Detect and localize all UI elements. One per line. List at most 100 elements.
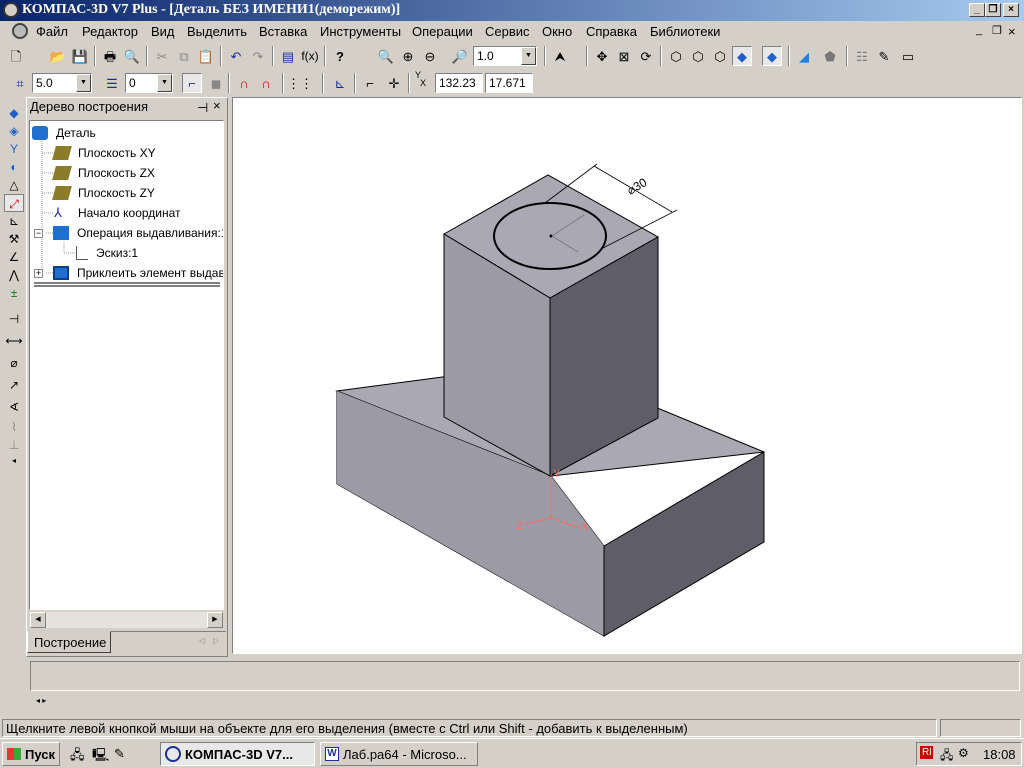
angle-icon[interactable]: ∠ (4, 248, 24, 266)
quicklaunch-desktop-icon[interactable]: 🖧 (70, 746, 85, 768)
property-scroll-arrows[interactable]: ◂ ▸ (36, 696, 46, 705)
tree-node-extrusion[interactable]: − Операция выдавливания:1 (34, 224, 223, 242)
fit-icon[interactable]: ⊠ (614, 46, 634, 66)
zoom-combo[interactable]: 1.0 ▼ (473, 46, 537, 66)
doc-restore-button[interactable]: ❐ (992, 24, 1002, 37)
surfaces-icon[interactable]: Y (4, 140, 24, 158)
tray-network-icon[interactable]: 🖧 (940, 746, 953, 767)
angle-dim-icon[interactable]: ∢ (4, 398, 24, 416)
chevron-down-icon[interactable]: ▼ (157, 74, 172, 92)
zoom-scale-icon[interactable]: 🔎 (450, 46, 470, 66)
tree-node-plane-zx[interactable]: Плоскость ZX (52, 164, 155, 182)
model-viewport[interactable]: ⌀30 Y X Z (232, 97, 1022, 654)
scroll-arrow-icon[interactable]: ◂ (4, 452, 24, 470)
tab-prev-icon[interactable]: ◁ (199, 636, 205, 645)
copy-icon[interactable]: ⧉ (174, 46, 194, 66)
scroll-right-button[interactable]: ▶ (207, 612, 223, 628)
hidden-lines-icon[interactable]: ⬡ (688, 46, 708, 66)
tree-node-origin[interactable]: ⅄ Начало координат (54, 204, 181, 222)
cursor-icon[interactable]: ✛ (384, 73, 404, 93)
title-bar[interactable]: КОМПАС-3D V7 Plus - [Деталь БЕЗ ИМЕНИ1(д… (0, 0, 1024, 21)
measure-icon[interactable]: ⊾ (4, 212, 24, 230)
shaded-icon[interactable]: ◆ (732, 46, 752, 66)
panel-close-icon[interactable]: × (213, 98, 221, 113)
hammer-icon[interactable]: ⚒ (4, 230, 24, 248)
tree-node-boss[interactable]: + Приклеить элемент выдавл (34, 264, 223, 282)
close-button[interactable]: × (1003, 3, 1019, 17)
menu-file[interactable]: Файл (36, 24, 68, 39)
step-icon[interactable]: ⌗ (10, 73, 30, 93)
zoom-in-icon[interactable]: 🔍 (376, 46, 396, 66)
quicklaunch-explorer-icon[interactable]: 🖳 (92, 746, 109, 768)
arrays-icon[interactable]: ◐ (4, 158, 24, 176)
panel-icon[interactable]: ▭ (898, 46, 918, 66)
minimize-button[interactable]: _ (969, 3, 985, 17)
preview-icon[interactable]: 🔍 (122, 46, 142, 66)
undo-icon[interactable]: ↶ (226, 46, 246, 66)
auxiliary-geometry-icon[interactable]: ◈ (4, 122, 24, 140)
properties-icon[interactable]: ☷ (852, 46, 872, 66)
maximize-button[interactable]: ❐ (985, 3, 1001, 17)
tray-volume-icon[interactable]: ⚙ (958, 746, 969, 760)
doc-minimize-button[interactable]: _ (976, 24, 982, 36)
layers-icon[interactable]: ☰ (102, 73, 122, 93)
rotate-icon[interactable]: ⟳ (636, 46, 656, 66)
chevron-down-icon[interactable]: ▼ (76, 74, 91, 92)
doc-close-button[interactable]: × (1008, 24, 1016, 39)
menu-help[interactable]: Справка (586, 24, 637, 39)
orientation-icon[interactable]: ⮝ (550, 46, 570, 66)
snap-magnet-icon[interactable]: ∩ (234, 73, 254, 93)
app-icon[interactable] (3, 2, 19, 18)
solid-icon[interactable]: ◼ (206, 73, 226, 93)
zoom-in-plus-icon[interactable]: ⊕ (398, 46, 418, 66)
doc-icon[interactable] (12, 23, 28, 39)
line-dim-icon[interactable]: ⊣ (4, 310, 24, 328)
fx-tool-icon[interactable]: ± (4, 284, 24, 302)
menu-window[interactable]: Окно (542, 24, 572, 39)
pan-icon[interactable]: ✥ (592, 46, 612, 66)
step-combo[interactable]: 5.0 ▼ (32, 73, 92, 93)
tree-node-part[interactable]: Деталь (32, 124, 96, 142)
tree-scrollbar[interactable]: ◀ ▶ (30, 612, 223, 628)
redo-icon[interactable]: ↷ (248, 46, 268, 66)
tree-node-plane-xy[interactable]: Плоскость XY (52, 144, 156, 162)
open-icon[interactable]: 📂 (48, 46, 68, 66)
scroll-left-button[interactable]: ◀ (30, 612, 46, 628)
new-icon[interactable]: 🗋 (6, 46, 26, 66)
ortho-icon[interactable]: ⌐ (360, 73, 380, 93)
model-drawing[interactable]: ⌀30 Y X Z (233, 98, 1021, 653)
diagnostics-icon[interactable]: △ (4, 176, 24, 194)
zoom-out-icon[interactable]: ⊖ (420, 46, 440, 66)
language-indicator[interactable]: Rl (920, 746, 934, 759)
coord-x-field[interactable]: 132.23 (435, 73, 483, 93)
print-icon[interactable]: 🖶 (100, 46, 120, 66)
tree-node-plane-zy[interactable]: Плоскость ZY (52, 184, 155, 202)
editing-icon[interactable]: ◆ (4, 104, 24, 122)
sketch-icon[interactable]: ⤢ (4, 194, 24, 212)
tab-next-icon[interactable]: ▷ (213, 636, 219, 645)
task-kompas[interactable]: КОМПАС-3D V7... (160, 742, 315, 766)
axes-icon[interactable]: ⋀ (4, 266, 24, 284)
parts-icon[interactable]: ⬟ (820, 46, 840, 66)
menu-operations[interactable]: Операции (412, 24, 473, 39)
perspective-icon[interactable]: ◢ (794, 46, 814, 66)
menu-libraries[interactable]: Библиотеки (650, 24, 720, 39)
cut-icon[interactable]: ✂ (152, 46, 172, 66)
sketch-mode-icon[interactable]: ⌐ (182, 73, 202, 93)
breakline-icon[interactable]: ⌇ (4, 418, 24, 436)
dimension-icon[interactable]: ⟷ (4, 332, 24, 350)
tools-icon[interactable]: ✎ (874, 46, 894, 66)
variables-icon[interactable]: f(x) (300, 46, 320, 66)
menu-tools[interactable]: Инструменты (320, 24, 401, 39)
shaded-edges-icon[interactable]: ◆ (762, 46, 782, 66)
help-cursor-icon[interactable]: ? (330, 46, 350, 66)
thin-hidden-icon[interactable]: ⬡ (710, 46, 730, 66)
menu-edit[interactable]: Редактор (82, 24, 138, 39)
save-icon[interactable]: 💾 (70, 46, 90, 66)
task-word[interactable]: W Лаб.ра64 - Microso... (320, 742, 478, 766)
grid-icon[interactable]: ⋮⋮ (287, 73, 313, 93)
coord-y-field[interactable]: 17.671 (485, 73, 533, 93)
start-button[interactable]: Пуск (2, 742, 60, 766)
collapse-icon[interactable]: − (34, 228, 43, 238)
pin-icon[interactable]: ⊣ (197, 100, 208, 116)
